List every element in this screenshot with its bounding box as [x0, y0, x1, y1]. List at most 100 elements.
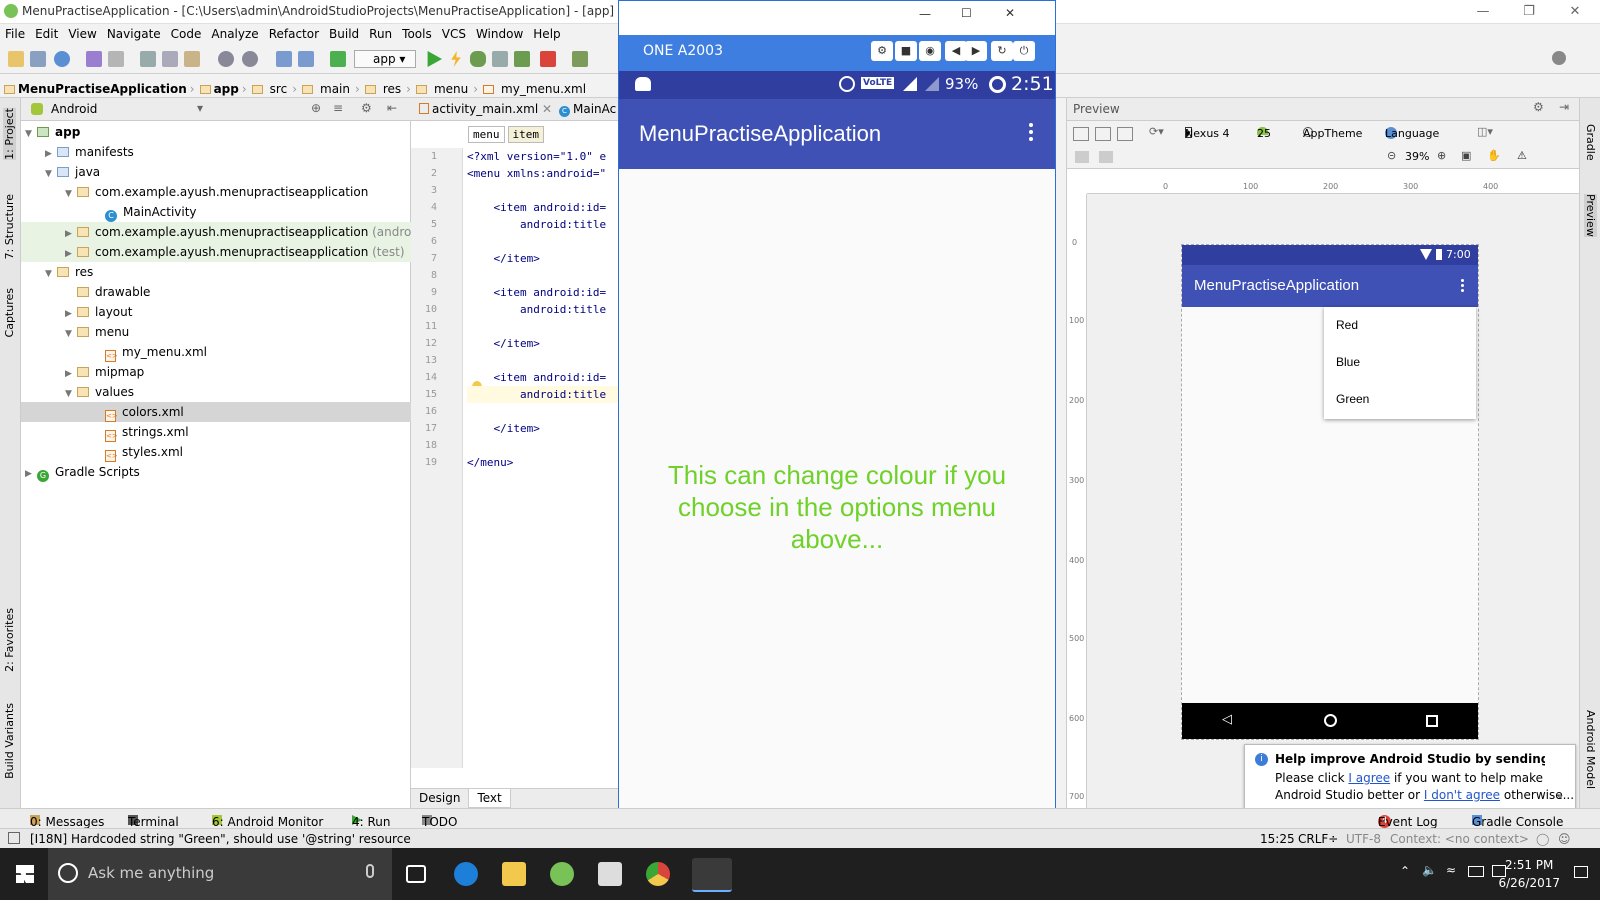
breadcrumb-file[interactable]: my_menu.xml: [479, 74, 590, 96]
structure-tool-tab[interactable]: 7: Structure: [3, 194, 16, 259]
stop-icon[interactable]: [540, 51, 556, 67]
inspector-icon[interactable]: ☺: [1558, 832, 1571, 846]
collapsed-arrow-icon[interactable]: ▶: [65, 364, 77, 384]
menu-refactor[interactable]: Refactor: [264, 24, 324, 44]
orientation-icon[interactable]: ⟳▾: [1149, 125, 1164, 138]
menu-item-red[interactable]: Red: [1324, 307, 1476, 344]
expanded-arrow-icon[interactable]: ▼: [65, 184, 77, 204]
tab-mainactivity[interactable]: C MainAc: [553, 100, 622, 120]
expanded-arrow-icon[interactable]: ▼: [25, 124, 37, 144]
expanded-arrow-icon[interactable]: ▼: [65, 384, 77, 404]
gradle-tool-tab[interactable]: Gradle: [1584, 124, 1597, 161]
expanded-arrow-icon[interactable]: ▼: [65, 324, 77, 344]
tree-item-layout[interactable]: ▶ layout: [21, 302, 411, 322]
project-view-select[interactable]: Android: [51, 102, 97, 116]
menu-vcs[interactable]: VCS: [437, 24, 471, 44]
menu-item-green[interactable]: Green: [1324, 381, 1476, 418]
redo-icon[interactable]: [108, 51, 124, 67]
code-line[interactable]: android:title: [467, 216, 622, 233]
undo-icon[interactable]: [86, 51, 102, 67]
settings-icon[interactable]: ⚙: [871, 41, 893, 61]
code-line[interactable]: <?xml version="1.0" e: [467, 148, 622, 165]
paste-icon[interactable]: [184, 51, 200, 67]
device-select[interactable]: Nexus 4 ▾: [1185, 127, 1230, 140]
collapsed-arrow-icon[interactable]: ▶: [45, 144, 57, 164]
text-tab[interactable]: Text: [468, 789, 511, 808]
captures-tool-tab[interactable]: Captures: [3, 288, 16, 337]
tree-item-package-test[interactable]: ▶ com.example.ayush.menupractiseapplicati…: [21, 242, 411, 262]
profile-icon[interactable]: [492, 51, 508, 67]
code-line[interactable]: [467, 403, 622, 420]
code-line[interactable]: [467, 267, 622, 284]
scroll-from-source-icon[interactable]: ⊕: [311, 101, 321, 115]
project-tool-tab[interactable]: 1: Project: [3, 108, 16, 160]
menu-tools[interactable]: Tools: [397, 24, 437, 44]
store-icon[interactable]: [598, 862, 622, 886]
minimize-button[interactable]: —: [1460, 0, 1506, 24]
instant-run-icon[interactable]: [451, 51, 461, 67]
tree-item-package[interactable]: ▼ com.example.ayush.menupractiseapplicati…: [21, 182, 411, 202]
code-line[interactable]: [467, 233, 622, 250]
copy-icon[interactable]: [162, 51, 178, 67]
collapsed-arrow-icon[interactable]: ▶: [65, 304, 77, 324]
find-icon[interactable]: [218, 51, 234, 67]
make-project-icon[interactable]: [330, 51, 346, 67]
rotate-icon[interactable]: ↻: [991, 41, 1013, 61]
notifications-icon[interactable]: [1574, 866, 1588, 878]
warnings-bell-icon[interactable]: ⚠: [1517, 149, 1527, 162]
open-folder-icon[interactable]: [8, 51, 24, 67]
code-line[interactable]: android:title: [467, 386, 622, 403]
zoom-actual-icon[interactable]: [1099, 151, 1113, 163]
disagree-link[interactable]: I don't agree: [1424, 788, 1500, 802]
power-icon[interactable]: ⏻: [1013, 41, 1035, 61]
android-studio-taskbar-icon[interactable]: [550, 862, 574, 886]
tree-item-my-menu-xml[interactable]: <> my_menu.xml: [21, 342, 411, 362]
line-separator[interactable]: CRLF÷: [1298, 832, 1338, 846]
collapsed-arrow-icon[interactable]: ▶: [65, 224, 77, 244]
tree-item-menu[interactable]: ▼ menu: [21, 322, 411, 342]
code-line[interactable]: <item android:id=: [467, 199, 622, 216]
lock-icon[interactable]: ◯: [1536, 832, 1549, 846]
code-line[interactable]: <menu xmlns:android=": [467, 165, 622, 182]
view-dropdown-icon[interactable]: ▾: [197, 101, 203, 115]
code-line[interactable]: [467, 437, 622, 454]
agree-link[interactable]: I agree: [1348, 771, 1390, 785]
overflow-menu-icon[interactable]: [1029, 123, 1033, 144]
taskbar-clock[interactable]: 2:51 PM 6/26/2017: [1498, 856, 1560, 892]
expanded-arrow-icon[interactable]: ▼: [45, 164, 57, 184]
code-line[interactable]: [467, 352, 622, 369]
menu-code[interactable]: Code: [166, 24, 207, 44]
preview-tool-tab[interactable]: Preview: [1584, 194, 1597, 237]
menu-navigate[interactable]: Navigate: [102, 24, 166, 44]
camera-icon[interactable]: ◉: [919, 41, 941, 61]
tree-item-manifests[interactable]: ▶ manifests: [21, 142, 411, 162]
menu-file[interactable]: File: [0, 24, 30, 44]
wifi-tray-icon[interactable]: ≈: [1446, 863, 1456, 877]
tree-item-gradle-scripts[interactable]: ▶ G Gradle Scripts: [21, 462, 411, 482]
tree-item-res[interactable]: ▼ res: [21, 262, 411, 282]
code-line[interactable]: </menu>: [467, 454, 622, 471]
breadcrumb-app[interactable]: app: [196, 78, 241, 96]
code-line[interactable]: </item>: [467, 250, 622, 267]
layout-design-icon[interactable]: [1073, 127, 1089, 141]
save-icon[interactable]: [30, 51, 46, 67]
language-select[interactable]: Language▾: [1385, 127, 1439, 140]
zoom-out-icon[interactable]: ⊝: [1387, 149, 1396, 162]
close-tab-icon[interactable]: ✕: [542, 102, 552, 116]
breadcrumb-project[interactable]: MenuPractiseApplication: [0, 78, 189, 96]
cut-icon[interactable]: [140, 51, 156, 67]
design-tab[interactable]: Design: [411, 789, 468, 807]
code-line[interactable]: <item android:id=: [467, 369, 622, 386]
tree-item-strings-xml[interactable]: <> strings.xml: [21, 422, 411, 442]
run-config-select[interactable]: app ▾: [354, 50, 416, 68]
run-icon[interactable]: [427, 51, 442, 67]
search-everywhere-icon[interactable]: [1552, 51, 1566, 65]
collapsed-arrow-icon[interactable]: ▶: [25, 464, 37, 484]
file-explorer-icon[interactable]: [502, 862, 526, 886]
emulator-close-button[interactable]: ✕: [1005, 6, 1015, 20]
forward-arrow-icon[interactable]: [298, 51, 314, 67]
replace-icon[interactable]: [242, 51, 258, 67]
code-line[interactable]: [467, 182, 622, 199]
emulator-taskbar-icon[interactable]: [692, 858, 732, 892]
code-line[interactable]: </item>: [467, 335, 622, 352]
